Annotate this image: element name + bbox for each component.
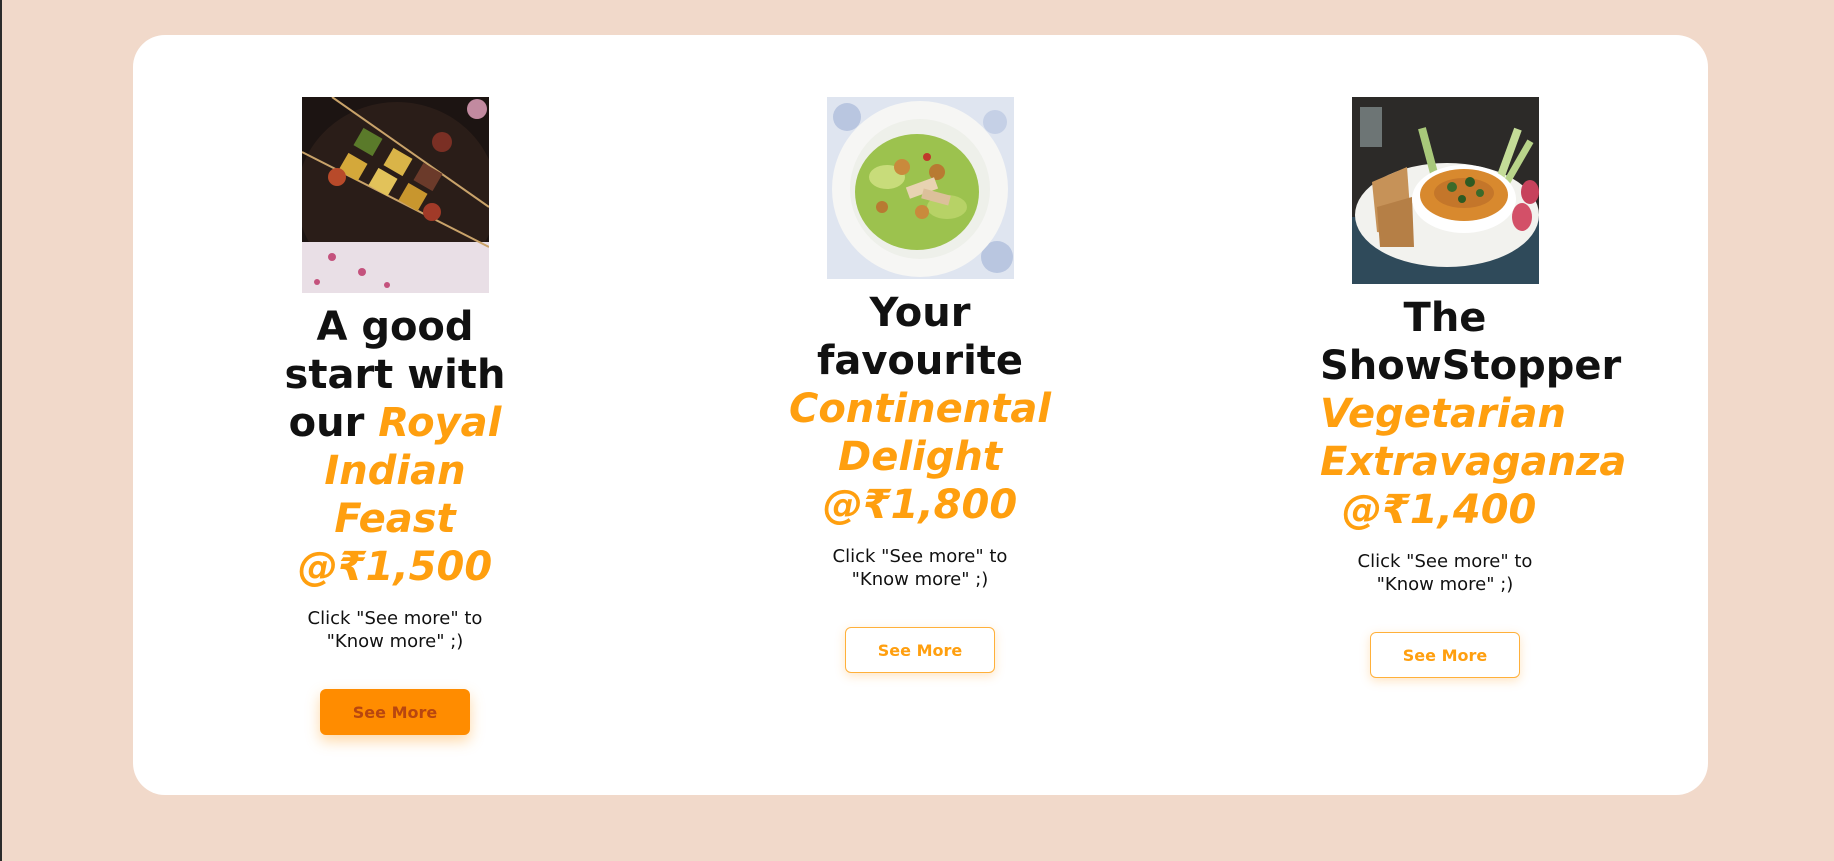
paneer-tikka-skewers-image <box>301 97 489 293</box>
see-more-button[interactable]: See More <box>320 689 470 735</box>
menu-card-royal-indian-feast: A good start with our Royal Indian Feast… <box>245 97 545 735</box>
title-lead: The <box>1403 295 1487 341</box>
price: @₹1,400 <box>1342 487 1537 533</box>
card-title: The ShowStopper Vegetarian Extravaganza … <box>1290 294 1627 534</box>
card-title: A good start with our Royal Indian Feast… <box>275 303 515 591</box>
price: @₹1,500 <box>297 544 493 590</box>
see-more-button[interactable]: See More <box>845 627 995 673</box>
see-more-button[interactable]: See More <box>1370 632 1520 678</box>
card-note: Click "See more" to "Know more" ;) <box>1357 551 1533 595</box>
hummus-platter-image <box>1351 97 1539 284</box>
title-highlight: Continental Delight <box>788 386 1052 480</box>
price: @₹1,800 <box>822 482 1018 528</box>
title-lead: Your favourite <box>816 290 1024 384</box>
title-highlight: Vegetarian Extravaganza <box>1320 391 1627 485</box>
caesar-salad-image <box>826 97 1014 279</box>
card-note: Click "See more" to "Know more" ;) <box>307 608 483 652</box>
menu-card-continental-delight: Your favourite Continental Delight @₹1,8… <box>770 97 1070 673</box>
menu-panel: A good start with our Royal Indian Feast… <box>133 35 1708 795</box>
menu-card-vegetarian-extravaganza: The ShowStopper Vegetarian Extravaganza … <box>1295 97 1626 678</box>
card-note: Click "See more" to "Know more" ;) <box>832 546 1008 590</box>
title-lead-2: ShowStopper <box>1320 343 1622 389</box>
card-title: Your favourite Continental Delight @₹1,8… <box>770 289 1070 529</box>
